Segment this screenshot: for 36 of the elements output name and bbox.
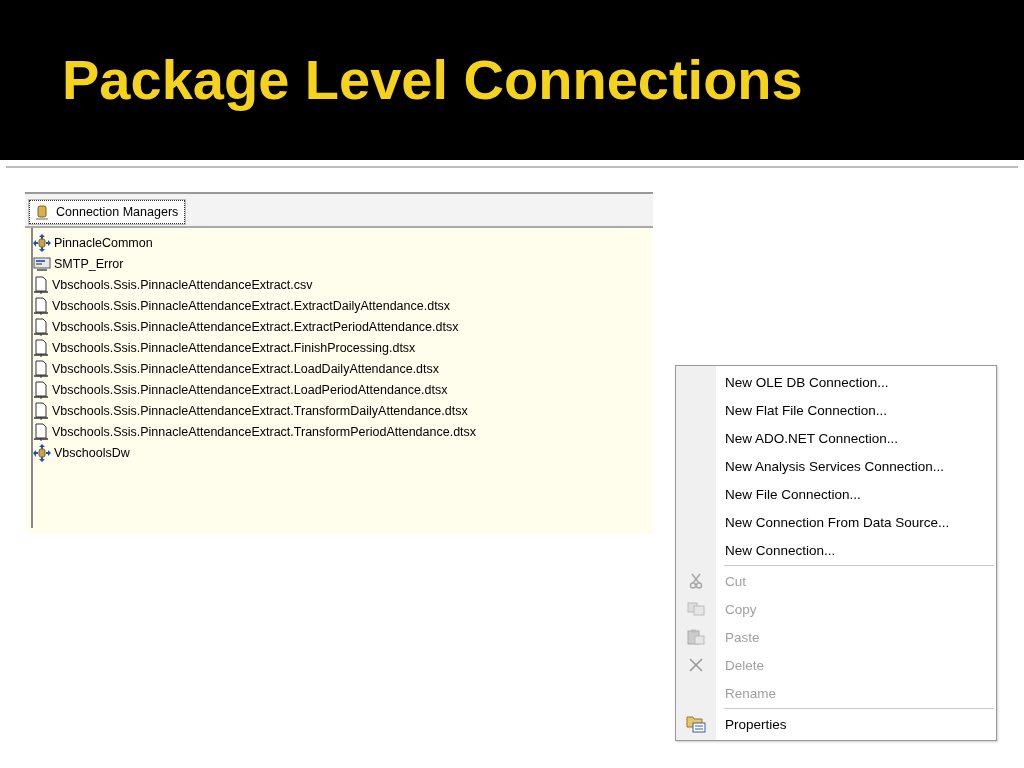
connection-item[interactable]: PinnacleCommon xyxy=(54,235,153,250)
cylinder-icon xyxy=(36,204,48,220)
menu-item[interactable]: New File Connection... xyxy=(716,486,861,502)
document-icon xyxy=(33,296,49,315)
menu-item[interactable]: New Connection... xyxy=(716,542,836,558)
data-source-icon xyxy=(33,443,51,462)
connection-item[interactable]: Vbschools.Ssis.PinnacleAttendanceExtract.TransformDailyAttendance.dtsx xyxy=(52,403,468,418)
clipboard-icon xyxy=(687,629,705,645)
document-icon xyxy=(33,338,49,357)
document-icon xyxy=(33,401,49,420)
delete-icon xyxy=(688,657,704,673)
menu-item[interactable]: Properties xyxy=(716,716,787,732)
properties-icon xyxy=(686,715,706,733)
connection-item[interactable]: Vbschools.Ssis.PinnacleAttendanceExtract.ExtractPeriodAttendance.dtsx xyxy=(52,319,459,334)
connection-item[interactable]: Vbschools.Ssis.PinnacleAttendanceExtract.csv xyxy=(52,277,313,292)
menu-item[interactable]: New Analysis Services Connection... xyxy=(716,458,945,474)
connection-item[interactable]: Vbschools.Ssis.PinnacleAttendanceExtract.LoadPeriodAttendance.dtsx xyxy=(52,382,448,397)
menu-item[interactable]: New OLE DB Connection... xyxy=(716,374,889,390)
document-icon xyxy=(33,317,49,336)
document-icon xyxy=(33,380,49,399)
menu-item[interactable]: New Flat File Connection... xyxy=(716,402,888,418)
document-icon xyxy=(33,359,49,378)
connection-item[interactable]: Vbschools.Ssis.PinnacleAttendanceExtract.FinishProcessing.dtsx xyxy=(52,340,416,355)
copy-icon xyxy=(687,602,705,616)
connection-item[interactable]: Vbschools.Ssis.PinnacleAttendanceExtract.TransformPeriodAttendance.dtsx xyxy=(52,424,477,439)
connection-item[interactable]: Vbschools.Ssis.PinnacleAttendanceExtract.LoadDailyAttendance.dtsx xyxy=(52,361,440,376)
data-source-icon xyxy=(33,233,51,252)
connection-item[interactable]: SMTP_Error xyxy=(54,256,124,271)
menu-item[interactable]: New Connection From Data Source... xyxy=(716,514,950,530)
scissors-icon xyxy=(689,573,703,589)
menu-item[interactable]: New ADO.NET Connection... xyxy=(716,430,899,446)
document-icon xyxy=(33,422,49,441)
connection-managers-tab[interactable]: Connection Managers xyxy=(29,200,186,224)
document-icon xyxy=(33,275,49,294)
connection-item[interactable]: VbschoolsDw xyxy=(54,445,130,460)
connection-item[interactable]: Vbschools.Ssis.PinnacleAttendanceExtract.ExtractDailyAttendance.dtsx xyxy=(52,298,451,313)
